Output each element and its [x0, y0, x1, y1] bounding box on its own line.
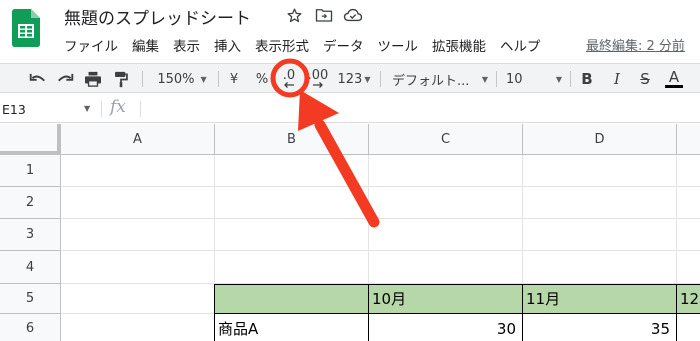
fx-icon: fx [110, 97, 126, 117]
cell-b3[interactable] [215, 219, 369, 251]
menu-insert[interactable]: 挿入 [214, 35, 241, 55]
cell-a2[interactable] [61, 187, 215, 219]
cell-a3[interactable] [61, 219, 215, 251]
spreadsheet-grid: A B C D 1 2 3 4 5 6 10月 11月 12 商品A 30 35 [0, 124, 700, 341]
cell-e5[interactable]: 12 [677, 284, 700, 314]
cell-d6[interactable]: 35 [523, 314, 677, 341]
cell-b2[interactable] [215, 187, 369, 219]
font-family-select[interactable]: デフォルト... ▼ [392, 64, 488, 94]
last-edit-link[interactable]: 最終編集: 2 分前 [586, 35, 685, 54]
percent-format-button[interactable]: % [254, 64, 270, 94]
formula-bar: E13 ▼ fx [0, 95, 700, 123]
bold-button[interactable]: B [578, 64, 596, 94]
cell-d4[interactable] [523, 251, 677, 284]
star-icon[interactable] [284, 5, 304, 25]
menu-file[interactable]: ファイル [64, 35, 118, 55]
table-border-left [214, 284, 215, 341]
text-color-button[interactable]: A [663, 64, 685, 94]
row-header-5[interactable]: 5 [0, 284, 61, 314]
cell-c6[interactable]: 30 [369, 314, 523, 341]
cell-e6[interactable] [677, 314, 700, 341]
cell-d1[interactable] [523, 155, 677, 187]
cell-a4[interactable] [61, 251, 215, 284]
cell-c3[interactable] [369, 219, 523, 251]
toolbar: 150% ▼ ¥ % .0 .00 123 ▼ デフォルト... ▼ 10 ▼ B I … [0, 63, 700, 93]
zoom-value: 150% [157, 71, 195, 87]
row-header-2[interactable]: 2 [0, 187, 61, 219]
cell-b5[interactable] [215, 284, 369, 314]
arrow-left-icon [284, 82, 294, 88]
cell-c5[interactable]: 10月 [369, 284, 523, 314]
cell-a1[interactable] [61, 155, 215, 187]
document-title[interactable]: 無題のスプレッドシート [64, 4, 251, 29]
cell-e4[interactable] [677, 251, 700, 284]
zoom-select[interactable]: 150% ▼ [152, 64, 212, 94]
menu-edit[interactable]: 編集 [132, 35, 159, 55]
text-color-swatch [665, 85, 683, 88]
font-family-value: デフォルト... [392, 73, 470, 89]
cell-e2[interactable] [677, 187, 700, 219]
row-header-3[interactable]: 3 [0, 219, 61, 251]
chevron-down-icon[interactable]: ▼ [84, 104, 90, 113]
cell-c2[interactable] [369, 187, 523, 219]
cell-c4[interactable] [369, 251, 523, 284]
row-header-4[interactable]: 4 [0, 251, 61, 284]
menu-tools[interactable]: ツール [378, 35, 419, 55]
column-header-e[interactable] [677, 124, 700, 155]
font-size-value: 10 [506, 71, 523, 87]
strikethrough-button[interactable]: S [636, 64, 654, 94]
menu-data[interactable]: データ [323, 35, 364, 55]
chevron-down-icon: ▼ [364, 74, 371, 84]
menu-help[interactable]: ヘルプ [500, 35, 541, 55]
redo-icon[interactable] [54, 64, 76, 94]
cell-b1[interactable] [215, 155, 369, 187]
chevron-down-icon: ▼ [555, 74, 562, 84]
menu-format[interactable]: 表示形式 [255, 35, 309, 55]
column-header-d[interactable]: D [523, 124, 677, 155]
cell-e1[interactable] [677, 155, 700, 187]
text-color-label: A [668, 68, 680, 86]
menu-view[interactable]: 表示 [173, 35, 200, 55]
row-header-1[interactable]: 1 [0, 155, 61, 187]
cell-e3[interactable] [677, 219, 700, 251]
column-header-c[interactable]: C [369, 124, 523, 155]
table-border-top [215, 284, 700, 285]
cloud-status-icon[interactable] [343, 5, 363, 25]
chevron-down-icon: ▼ [200, 74, 207, 84]
menu-bar: ファイル 編集 表示 挿入 表示形式 データ ツール 拡張機能 ヘルプ [64, 34, 555, 56]
increase-decimal-button[interactable]: .00 [306, 64, 330, 94]
cell-c1[interactable] [369, 155, 523, 187]
cell-b6[interactable]: 商品A [215, 314, 369, 341]
paint-format-icon[interactable] [110, 64, 132, 94]
cell-b4[interactable] [215, 251, 369, 284]
italic-button[interactable]: I [608, 64, 626, 94]
menu-extensions[interactable]: 拡張機能 [432, 35, 486, 55]
cell-a6[interactable] [61, 314, 215, 341]
chevron-down-icon: ▼ [481, 74, 488, 84]
row-header-6[interactable]: 6 [0, 314, 61, 341]
arrow-right-icon [313, 82, 323, 88]
increase-decimal-label: .00 [307, 68, 329, 83]
select-all-corner[interactable] [0, 124, 61, 155]
column-header-a[interactable]: A [61, 124, 215, 155]
cell-d5[interactable]: 11月 [523, 284, 677, 314]
decrease-decimal-label: .0 [282, 68, 296, 83]
more-formats-button[interactable]: 123 ▼ [337, 64, 371, 94]
move-to-folder-icon[interactable] [314, 5, 334, 25]
google-sheets-logo[interactable] [12, 9, 40, 47]
font-size-select[interactable]: 10 ▼ [506, 64, 562, 94]
cell-d2[interactable] [523, 187, 677, 219]
column-header-b[interactable]: B [215, 124, 369, 155]
cell-d3[interactable] [523, 219, 677, 251]
cell-a5[interactable] [61, 284, 215, 314]
currency-format-button[interactable]: ¥ [226, 64, 242, 94]
more-formats-label: 123 [337, 71, 363, 87]
print-icon[interactable] [82, 64, 104, 94]
decrease-decimal-button[interactable]: .0 [278, 64, 300, 94]
undo-icon[interactable] [26, 64, 48, 94]
